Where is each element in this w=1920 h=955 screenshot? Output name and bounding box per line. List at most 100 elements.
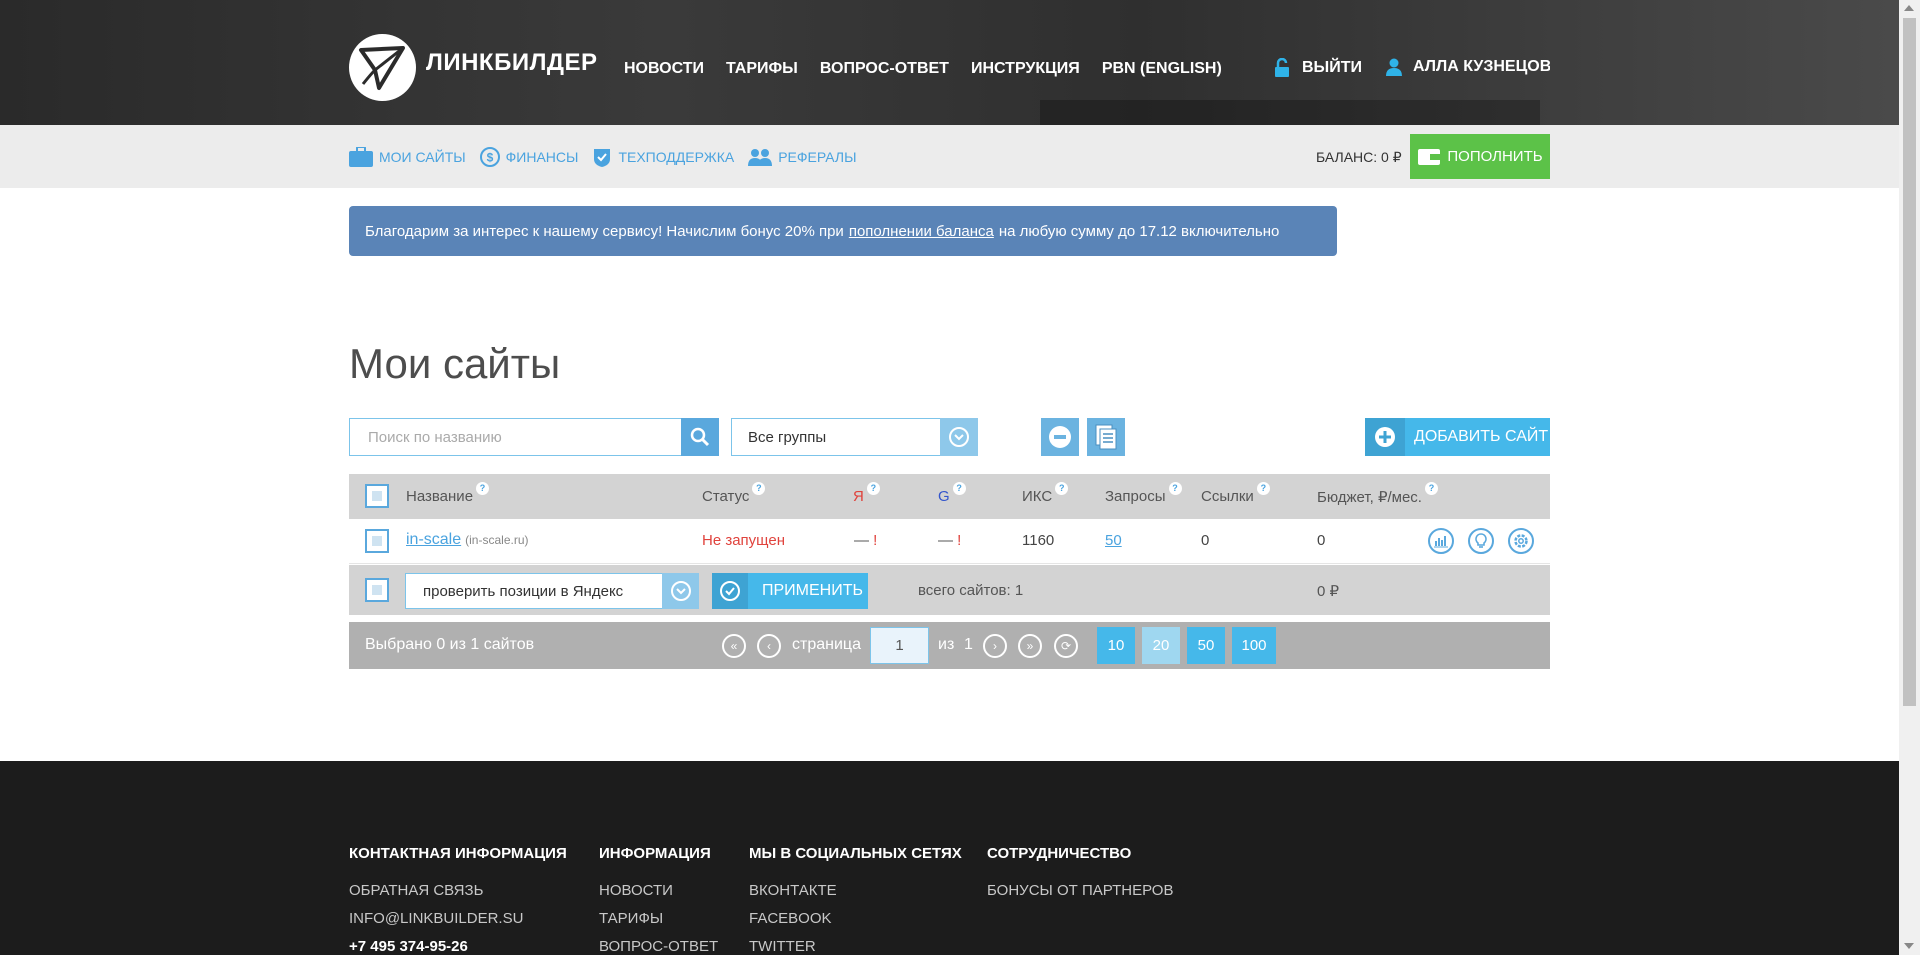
nav-pbn[interactable]: PBN (ENGLISH): [1102, 60, 1222, 78]
export-button[interactable]: [1087, 418, 1125, 456]
help-icon[interactable]: ?: [952, 482, 966, 495]
bulk-action-select[interactable]: проверить позиции в Яндекс: [405, 573, 663, 609]
queries-link[interactable]: 50: [1105, 532, 1122, 549]
logo[interactable]: ЛИНКБИЛДЕР: [349, 34, 598, 101]
footer-twitter-link[interactable]: TWITTER: [749, 938, 962, 955]
scroll-up-icon[interactable]: [1904, 5, 1914, 11]
dollar-icon: $: [479, 147, 500, 167]
footer-news-link[interactable]: НОВОСТИ: [599, 882, 718, 899]
next-page-icon[interactable]: ›: [983, 634, 1007, 658]
check-circle-icon: [720, 581, 740, 601]
wallet-icon: [1418, 148, 1441, 165]
per-page-100[interactable]: 100: [1232, 627, 1276, 664]
budget-cell: 0: [1317, 532, 1326, 549]
search-icon: [690, 427, 710, 447]
iks-cell: 1160: [1022, 532, 1055, 549]
per-page-50[interactable]: 50: [1187, 627, 1225, 664]
per-page-20[interactable]: 20: [1142, 627, 1180, 664]
last-page-icon[interactable]: »: [1018, 634, 1042, 658]
main-nav: НОВОСТИ ТАРИФЫ ВОПРОС-ОТВЕТ ИНСТРУКЦИЯ P…: [624, 60, 1222, 78]
prev-page-icon[interactable]: ‹: [757, 634, 781, 658]
group-select[interactable]: Все группы: [731, 418, 942, 456]
account-bar: МОИ САЙТЫ $ ФИНАНСЫ ТЕХПОДДЕРЖКА РЕФЕРАЛ…: [0, 125, 1899, 188]
yandex-cell: — !: [854, 532, 878, 549]
page-title: Мои сайты: [349, 340, 561, 387]
nav-faq[interactable]: ВОПРОС-ОТВЕТ: [820, 60, 949, 78]
bulk-select-checkbox[interactable]: [365, 578, 389, 602]
col-google: G?: [938, 482, 966, 505]
group-select-toggle[interactable]: [940, 418, 978, 456]
nav-tariffs[interactable]: ТАРИФЫ: [726, 60, 798, 78]
col-status: Статус?: [702, 482, 766, 505]
add-site-button[interactable]: ДОБАВИТЬ САЙТ: [1365, 418, 1550, 456]
footer-heading: СОТРУДНИЧЕСТВО: [987, 845, 1132, 862]
page-label: страница: [792, 636, 861, 653]
help-icon[interactable]: ?: [1424, 482, 1438, 495]
minus-circle-icon: [1049, 426, 1071, 448]
settings-gear-icon[interactable]: [1508, 528, 1534, 554]
account-nav: МОИ САЙТЫ $ ФИНАНСЫ ТЕХПОДДЕРЖКА РЕФЕРАЛ…: [349, 147, 871, 167]
footer-email-link[interactable]: INFO@LINKBUILDER.SU: [349, 910, 567, 927]
user-icon: [1386, 58, 1402, 76]
page-scrollbar[interactable]: [1899, 0, 1920, 955]
notice-text-before: Благодарим за интерес к нашему сервису! …: [365, 222, 844, 240]
row-checkbox[interactable]: [365, 529, 389, 553]
notice-text-after: на любую сумму до 17.12 включительно: [998, 222, 1280, 240]
subnav-support[interactable]: ТЕХПОДДЕРЖКА: [592, 147, 734, 167]
first-page-icon[interactable]: «: [722, 634, 746, 658]
lightbulb-icon[interactable]: [1468, 528, 1494, 554]
per-page-10[interactable]: 10: [1097, 627, 1135, 664]
select-all-checkbox[interactable]: [365, 484, 389, 508]
nav-instructions[interactable]: ИНСТРУКЦИЯ: [971, 60, 1080, 78]
links-cell: 0: [1201, 532, 1210, 549]
footer-faq-link[interactable]: ВОПРОС-ОТВЕТ: [599, 938, 718, 955]
site-link[interactable]: in-scale: [406, 531, 461, 548]
help-icon[interactable]: ?: [1168, 482, 1182, 495]
footer: КОНТАКТНАЯ ИНФОРМАЦИЯ ОБРАТНАЯ СВЯЗЬ INF…: [0, 761, 1899, 955]
subnav-referrals[interactable]: РЕФЕРАЛЫ: [748, 147, 857, 167]
user-menu[interactable]: АЛЛА КУЗНЕЦОВА: [1385, 58, 1550, 76]
footer-partner-bonus-link[interactable]: БОНУСЫ ОТ ПАРТНЕРОВ: [987, 882, 1173, 899]
plus-circle-icon: [1375, 427, 1395, 447]
subnav-my-sites[interactable]: МОИ САЙТЫ: [349, 147, 466, 167]
chevron-down-icon: [670, 581, 691, 601]
nav-news[interactable]: НОВОСТИ: [624, 60, 704, 78]
users-icon: [748, 149, 773, 166]
chevron-down-icon: [949, 427, 969, 447]
document-icon: [1095, 424, 1117, 450]
search-button[interactable]: [681, 418, 719, 456]
footer-facebook-link[interactable]: FACEBOOK: [749, 910, 962, 927]
bulk-action-toggle[interactable]: [662, 573, 699, 609]
footer-contacts: КОНТАКТНАЯ ИНФОРМАЦИЯ ОБРАТНАЯ СВЯЗЬ INF…: [349, 845, 567, 955]
col-queries: Запросы?: [1105, 482, 1182, 505]
help-icon[interactable]: ?: [866, 482, 880, 495]
site-domain: (in-scale.ru): [465, 533, 529, 547]
total-pages: 1: [964, 636, 973, 653]
footer-phone[interactable]: +7 495 374-95-26: [349, 938, 567, 955]
page-input[interactable]: 1: [870, 627, 929, 664]
refresh-icon[interactable]: ⟳: [1054, 634, 1078, 658]
scroll-thumb[interactable]: [1903, 18, 1916, 706]
help-icon[interactable]: ?: [752, 482, 766, 495]
logo-text: ЛИНКБИЛДЕР: [426, 48, 598, 76]
status-cell: Не запущен: [702, 532, 785, 549]
footer-heading: ИНФОРМАЦИЯ: [599, 845, 711, 862]
apply-button[interactable]: ПРИМЕНИТЬ: [712, 573, 868, 609]
topup-balance-link[interactable]: пополнении баланса: [849, 223, 994, 240]
stats-icon[interactable]: [1428, 528, 1454, 554]
help-icon[interactable]: ?: [1055, 482, 1069, 495]
footer-tariffs-link[interactable]: ТАРИФЫ: [599, 910, 718, 927]
remove-selected-button[interactable]: [1041, 418, 1079, 456]
search-input[interactable]: Поиск по названию: [349, 418, 683, 456]
help-icon[interactable]: ?: [1256, 482, 1270, 495]
topup-button[interactable]: ПОПОЛНИТЬ: [1410, 134, 1550, 179]
help-icon[interactable]: ?: [476, 482, 490, 495]
subnav-finance[interactable]: $ ФИНАНСЫ: [479, 147, 578, 167]
col-name: Название?: [406, 482, 490, 505]
logout-link[interactable]: ВЫЙТИ: [1272, 58, 1362, 78]
svg-text:$: $: [486, 151, 493, 165]
footer-vk-link[interactable]: ВКОНТАКТЕ: [749, 882, 962, 899]
col-budget: Бюджет, ₽/мес.?: [1317, 482, 1438, 506]
scroll-down-icon[interactable]: [1904, 943, 1914, 949]
footer-feedback-link[interactable]: ОБРАТНАЯ СВЯЗЬ: [349, 882, 567, 899]
